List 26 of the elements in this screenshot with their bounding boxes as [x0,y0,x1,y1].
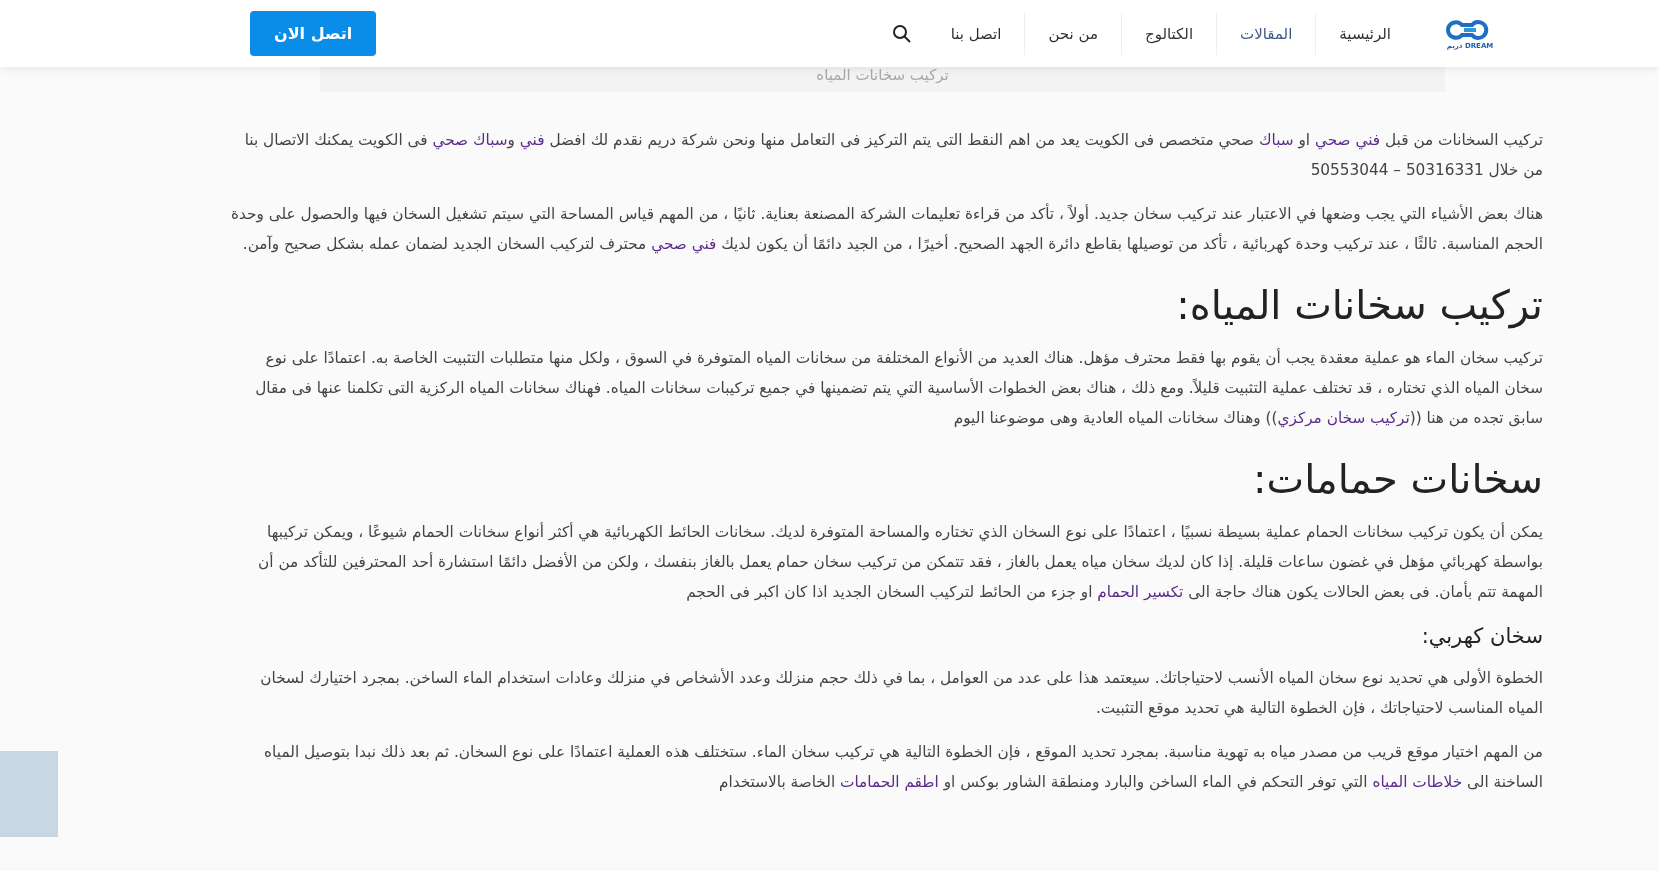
paragraph: تركيب سخان الماء هو عملية معقدة يجب أن يقوم بها فقط محترف مؤهل. هناك العديد من الأنواع المختلفة من سخانات المياه المتوفرة في السوق ، ولكل منها متطلبات التثبيت الخاصة به. اعتمادًا على نوع سخان المياه الذي تختاره ، قد تختلف عملية التثبيت قليلاً. ومع ذلك ، هناك بعض الخطوات الأساسية التي يتم تضمينها في جميع تركيبات سخانات المياه. فهناك سخانات المياه الركزية التى تكلمنا عنها فى مقال سابق تجده من هنا ((تركيب سخان مركزي)) وهناك سخانات المياه العادية وهى موضوعنا اليوم [254,347,1543,430]
nav-link[interactable]: الرئيسية [1315,12,1414,55]
text-link[interactable]: فني [519,131,545,149]
text-link[interactable]: اطقم الحمامات [840,773,939,791]
paragraph: يمكن أن يكون تركيب سخانات الحمام عملية بسيطة نسبيًا ، اعتمادًا على نوع السخان الذي تختاره والمساحة المتوفرة لديك. سخانات الحائط الكهربائية هي أكثر أنواع سخانات الحمام شيوعًا ، ويمكن تركيبها بواسطة كهربائي مؤهل في غضون ساعات قليلة. إذا كان لديك سخان مياه يعمل بالغاز ، فقد تتمكن من تركيب سخان حمام يعمل بالغاز بنفسك ، ولكن من الأفضل دائمًا استشارة أحد المحترفين للتأكد من أن المهمة تتم بأمان. فى بعض الحالات يكون هناك حاجة الى تكسير الحمام او جزء من الحائط لتركيب السخان الجديد اذا كان اكبر فى الحجم [257,521,1543,604]
paragraph: الخطوة الأولى هي تحديد نوع سخان المياه الأنسب لاحتياجاتك. سيعتمد هذا على عدد من العوامل ، بما في ذلك حجم منزلك وعدد الأشخاص في منزلك وعادات استخدام الماء الساخن. بمجرد اختيارك لسخان المياه المناسب لاحتياجاتك ، فإن الخطوة التالية هي تحديد موقع التثبيت. [259,667,1543,720]
text-link[interactable]: تكسير الحمام [1097,583,1184,601]
section-heading: سخانات حمامات: [1252,455,1543,503]
search-icon[interactable] [891,23,912,44]
text-link[interactable]: فني صحي [1315,131,1381,149]
paragraph: هناك بعض الأشياء التي يجب وضعها في الاعتبار عند تركيب سخان جديد. أولاً ، تأكد من قراءة تعليمات الشركة المصنعة بعناية. ثانيًا ، من المهم قياس المساحة التي سيتم تشغيل السخان فيها والحصول على وحدة الحجم المناسبة. ثالثًا ، عند تركيب وحدة كهربائية ، تأكد من توصيلها بقاطع دائرة الجهد الصحيح. أخيرًا ، من الجيد دائمًا أن يكون لديك فني صحي محترف لتركيب السخان الجديد لضمان عمله بشكل صحيح وآمن. [229,202,1543,256]
text-link[interactable]: خلاطات المياه [1372,773,1463,791]
text-link[interactable]: فني صحي [651,235,717,253]
section-heading: تركيب سخانات المياه: [1175,281,1543,329]
nav-link[interactable]: المقالات [1216,12,1316,55]
nav-link[interactable]: اتصل بنا [927,12,1025,55]
text-link[interactable]: سباك صحي [432,131,508,149]
subsection-heading: سخان كهربي: [1420,623,1543,650]
paragraph: من المهم اختيار موقع قريب من مصدر مياه به تهوية مناسبة. بمجرد تحديد الموقع ، فإن الخطوة التالية هي تركيب سخان الماء. ستختلف هذه العملية اعتمادًا على نوع السخان. ثم بعد ذلك نبدا بتوصيل المياه الساخنة الى خلاطات المياه التي توفر التحكم في الماء الساخن والبارد ومنطقة الشاور بوكس او اطقم الحمامات الخاصة بالاستخدام [263,742,1543,794]
paragraph: تركيب السخانات من قبل فني صحي او سباك صحي متخصص فى الكويت يعد من اهم النقط التى يتم التركيز فى التعامل منها ونحن شركة دريم نقدم لك افضل فني وسباك صحي فى الكويت يمكنك الاتصال بنا من خلال 50316331 – 50553044 [243,130,1543,181]
text-link[interactable]: تركيب سخان مركزي [1277,409,1410,427]
image-caption: تركيب سخانات المياه [816,66,949,86]
nav-link[interactable]: الكتالوج [1120,12,1217,55]
contact-now-button[interactable]: اتصل الان [250,11,377,56]
text-link[interactable]: سباك [1258,131,1294,149]
nav-link[interactable]: من نحن [1024,12,1121,55]
